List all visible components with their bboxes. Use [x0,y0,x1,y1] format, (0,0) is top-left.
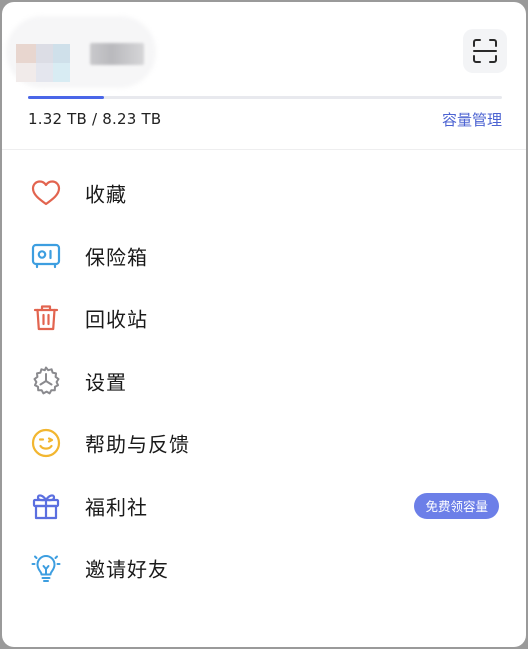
heart-icon [30,177,62,209]
user-menu-panel: 1.32 TB/8.23 TB 容量管理 收藏 保险箱 回收站 设置 帮助与反馈… [2,2,526,647]
menu-item-invite-friends[interactable]: 邀请好友 [2,537,526,600]
username[interactable] [90,43,144,65]
menu-item-label: 设置 [85,370,127,395]
menu-item-label: 邀请好友 [85,557,169,582]
menu-item-settings[interactable]: 设置 [2,350,526,413]
free-capacity-badge[interactable]: 免费领容量 [414,492,499,519]
storage-usage: 1.32 TB/8.23 TB [28,110,161,128]
menu-item-recycle-bin[interactable]: 回收站 [2,287,526,350]
gear-icon [30,365,62,397]
storage-separator: / [92,110,98,128]
menu-item-favorites[interactable]: 收藏 [2,162,526,225]
menu-item-welfare[interactable]: 福利社 免费领容量 [2,475,526,538]
divider [2,149,526,150]
menu-item-label: 帮助与反馈 [85,432,190,457]
avatar[interactable] [16,44,74,82]
lightbulb-icon [30,552,62,584]
menu-item-label: 福利社 [85,495,148,520]
menu-item-label: 收藏 [85,182,127,207]
scan-icon [473,39,497,63]
menu-item-safe[interactable]: 保险箱 [2,225,526,288]
menu-item-label: 保险箱 [85,245,148,270]
storage-total: 8.23 TB [102,110,162,128]
safe-icon [30,240,62,272]
menu-item-help-feedback[interactable]: 帮助与反馈 [2,412,526,475]
capacity-management-link[interactable]: 容量管理 [442,109,502,130]
trash-icon [30,302,62,334]
smiley-icon [30,427,62,459]
storage-used: 1.32 TB [28,110,88,128]
storage-progress-bar [28,96,502,99]
gift-icon [30,490,62,522]
menu-item-label: 回收站 [85,307,148,332]
menu-list: 收藏 保险箱 回收站 设置 帮助与反馈 福利社 免费领容量 邀请好友 [2,162,526,600]
storage-progress-fill [28,96,104,99]
scan-button[interactable] [463,29,507,73]
